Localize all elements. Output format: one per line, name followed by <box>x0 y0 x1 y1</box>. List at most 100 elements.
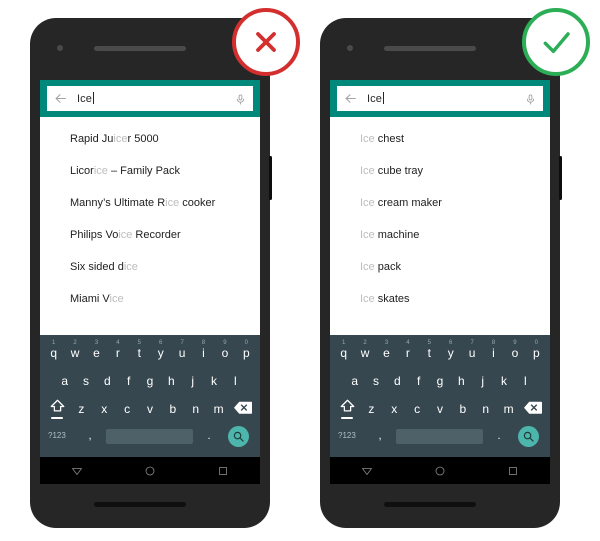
key-v[interactable]: v <box>429 403 452 415</box>
list-item[interactable]: Miami Vice <box>40 283 260 315</box>
power-button[interactable] <box>559 156 562 200</box>
key-comma[interactable]: , <box>78 430 102 442</box>
key-o[interactable]: 9o <box>504 340 525 359</box>
backspace-icon[interactable] <box>520 401 546 417</box>
backspace-icon[interactable] <box>230 401 256 417</box>
power-button[interactable] <box>269 156 272 200</box>
list-item[interactable]: Ice cube tray <box>330 155 550 187</box>
symbols-key[interactable]: ?123 <box>45 432 78 440</box>
search-input-left[interactable]: Ice <box>47 86 253 111</box>
key-q[interactable]: 1q <box>43 340 64 359</box>
key-r[interactable]: 4r <box>397 340 418 359</box>
key-u[interactable]: 7u <box>461 340 482 359</box>
key-p[interactable]: 0p <box>236 340 257 360</box>
key-m[interactable]: m <box>207 403 230 415</box>
key-t[interactable]: 5t <box>419 340 440 359</box>
key-k[interactable]: k <box>203 375 224 387</box>
keyboard-row-2: a s d f g h j k l <box>333 367 547 395</box>
list-item[interactable]: Ice chest <box>330 123 550 155</box>
microphone-icon[interactable] <box>235 92 246 106</box>
key-z[interactable]: z <box>70 403 93 415</box>
key-f[interactable]: f <box>118 375 139 387</box>
key-z[interactable]: z <box>360 403 383 415</box>
arrow-left-icon[interactable] <box>344 92 357 105</box>
key-s[interactable]: s <box>365 375 386 387</box>
key-q[interactable]: 1q <box>333 340 354 359</box>
android-nav-bar-left <box>40 457 260 484</box>
key-w[interactable]: 2w <box>64 340 85 359</box>
list-item[interactable]: Manny’s Ultimate Rice cooker <box>40 187 260 219</box>
nav-home-circle-icon[interactable] <box>113 465 186 477</box>
key-e[interactable]: 3e <box>376 340 397 359</box>
spacebar[interactable] <box>106 428 193 444</box>
key-t[interactable]: 5t <box>129 340 150 359</box>
key-b[interactable]: b <box>451 403 474 415</box>
key-o[interactable]: 9o <box>214 340 235 359</box>
list-item[interactable]: Ice skates <box>330 283 550 315</box>
key-v[interactable]: v <box>139 403 162 415</box>
shift-icon[interactable] <box>334 399 360 419</box>
nav-back-triangle-icon[interactable] <box>330 465 403 477</box>
on-screen-keyboard-left[interactable]: 1q 2w 3e 4r 5t 6y 7u 8i 9o 0p a s d f g <box>40 335 260 457</box>
key-y[interactable]: 6y <box>150 340 171 359</box>
key-h[interactable]: h <box>451 375 472 387</box>
key-y[interactable]: 6y <box>440 340 461 359</box>
list-item[interactable]: Licorice – Family Pack <box>40 155 260 187</box>
key-k[interactable]: k <box>493 375 514 387</box>
nav-recents-square-icon[interactable] <box>187 465 260 477</box>
list-item[interactable]: Rapid Juicer 5000 <box>40 123 260 155</box>
key-h[interactable]: h <box>161 375 182 387</box>
search-key[interactable] <box>221 425 255 447</box>
key-period[interactable]: . <box>487 430 511 442</box>
key-label: p <box>242 346 250 360</box>
list-item[interactable]: Ice machine <box>330 219 550 251</box>
key-r[interactable]: 4r <box>107 340 128 359</box>
key-a[interactable]: a <box>54 375 75 387</box>
key-s[interactable]: s <box>75 375 96 387</box>
key-g[interactable]: g <box>429 375 450 387</box>
key-d[interactable]: d <box>97 375 118 387</box>
list-item[interactable]: Six sided dice <box>40 251 260 283</box>
nav-back-triangle-icon[interactable] <box>40 465 113 477</box>
key-i[interactable]: 8i <box>483 340 504 359</box>
key-u[interactable]: 7u <box>171 340 192 359</box>
suggestion-suffix: Recorder <box>132 229 181 241</box>
shift-icon[interactable] <box>44 399 70 419</box>
nav-home-circle-icon[interactable] <box>403 465 476 477</box>
list-item[interactable]: Ice pack <box>330 251 550 283</box>
spacebar[interactable] <box>396 428 483 444</box>
arrow-left-icon[interactable] <box>54 92 67 105</box>
list-item[interactable]: Ice cream maker <box>330 187 550 219</box>
key-w[interactable]: 2w <box>354 340 375 359</box>
key-d[interactable]: d <box>387 375 408 387</box>
key-c[interactable]: c <box>406 403 429 415</box>
search-key[interactable] <box>511 425 545 447</box>
key-x[interactable]: x <box>383 403 406 415</box>
key-l[interactable]: l <box>515 375 536 387</box>
key-f[interactable]: f <box>408 375 429 387</box>
key-number: 4 <box>116 340 120 346</box>
list-item[interactable]: Philips Voice Recorder <box>40 219 260 251</box>
key-m[interactable]: m <box>497 403 520 415</box>
key-a[interactable]: a <box>344 375 365 387</box>
symbols-key[interactable]: ?123 <box>335 432 368 440</box>
key-n[interactable]: n <box>474 403 497 415</box>
key-c[interactable]: c <box>116 403 139 415</box>
key-l[interactable]: l <box>225 375 246 387</box>
key-p[interactable]: 0p <box>526 340 547 359</box>
key-e[interactable]: 3e <box>86 340 107 359</box>
key-n[interactable]: n <box>184 403 207 415</box>
key-x[interactable]: x <box>93 403 116 415</box>
key-j[interactable]: j <box>472 375 493 387</box>
key-j[interactable]: j <box>182 375 203 387</box>
nav-recents-square-icon[interactable] <box>477 465 550 477</box>
key-period[interactable]: . <box>197 430 221 442</box>
on-screen-keyboard-right[interactable]: 1q 2w 3e 4r 5t 6y 7u 8i 9o 0p a s d f g <box>330 335 550 457</box>
key-g[interactable]: g <box>139 375 160 387</box>
key-b[interactable]: b <box>161 403 184 415</box>
phone-device-right: Ice Ice chest Ice cube tray Ice cream ma… <box>320 18 562 528</box>
microphone-icon[interactable] <box>525 92 536 106</box>
key-i[interactable]: 8i <box>193 340 214 359</box>
key-comma[interactable]: , <box>368 430 392 442</box>
search-input-right[interactable]: Ice <box>337 86 543 111</box>
